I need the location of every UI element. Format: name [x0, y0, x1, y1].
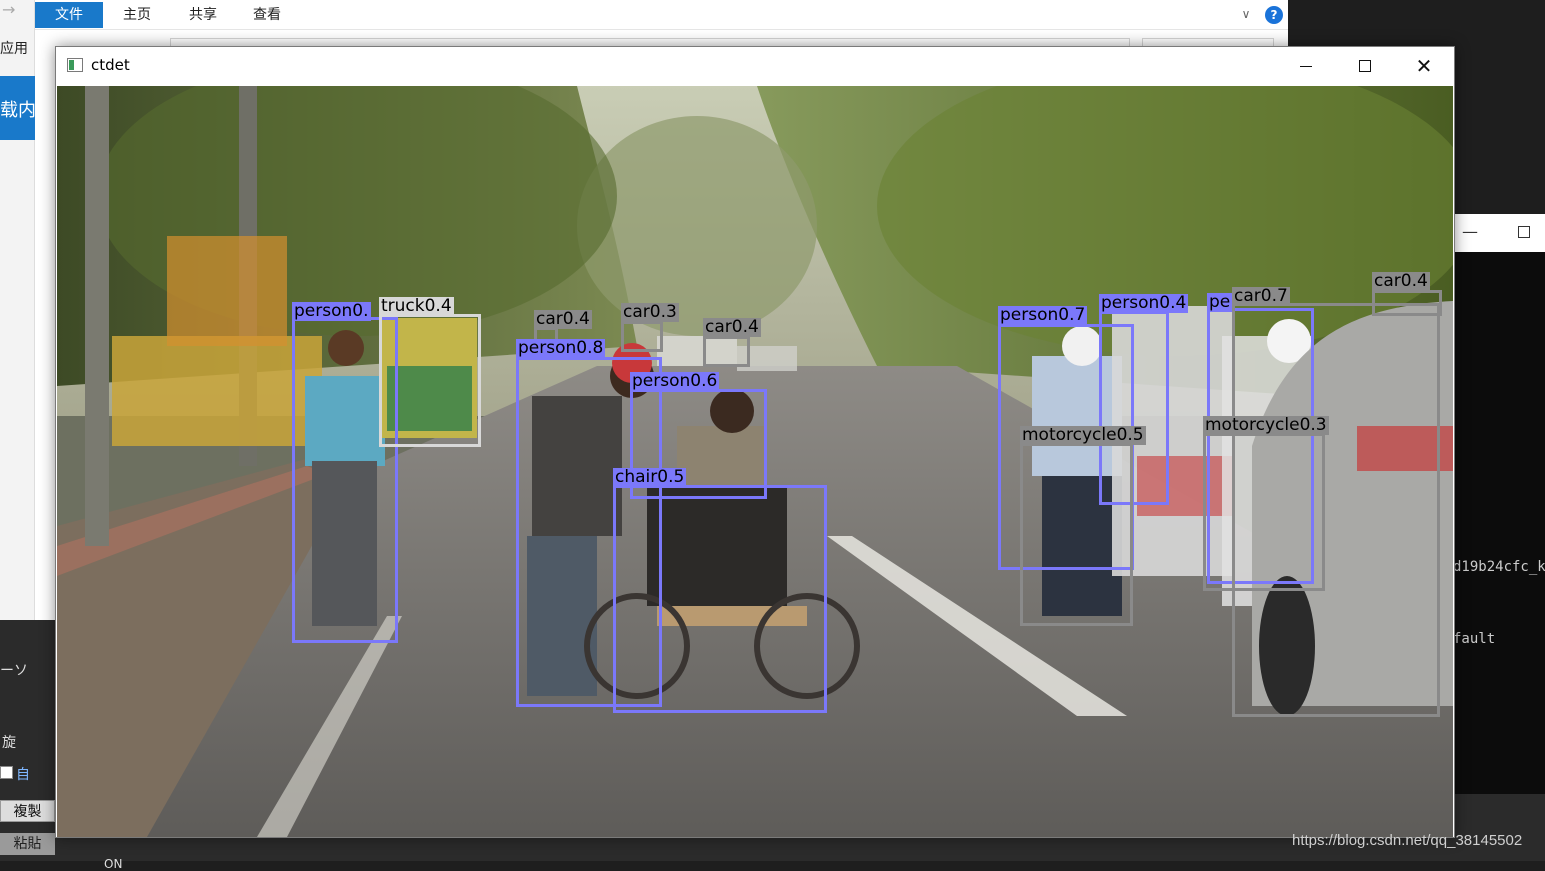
tab-share[interactable]: 共享 — [173, 2, 233, 28]
help-icon[interactable]: ? — [1265, 6, 1283, 24]
detection-box — [703, 336, 750, 367]
on-radio-label[interactable]: ON — [104, 857, 122, 871]
ribbon-tabs: 文件 主页 共享 查看 ∨ ? — [35, 0, 1288, 30]
auto-checkbox[interactable] — [0, 766, 13, 779]
paste-button[interactable]: 粘貼 — [0, 833, 55, 855]
maximize-icon — [1359, 60, 1371, 72]
copy-button[interactable]: 複製 — [0, 800, 55, 822]
app-icon — [67, 58, 83, 72]
detection-label: pe — [1207, 292, 1233, 312]
ctdet-window[interactable]: ctdet ✕ person0. truck0.4 car0.4 car0.3 … — [55, 46, 1455, 838]
rotate-label: 旋 — [2, 735, 16, 751]
console-output-line: fault — [1453, 631, 1496, 647]
detection-label: car0.3 — [621, 302, 679, 322]
detection-label: truck0.4 — [379, 296, 454, 316]
detection-label: person0.7 — [998, 305, 1088, 325]
nav-selected-item[interactable]: 载内 — [0, 76, 36, 140]
maximize-icon[interactable] — [1518, 226, 1530, 238]
close-button[interactable]: ✕ — [1395, 47, 1453, 85]
console-titlebar: — — [1440, 214, 1545, 252]
detection-label: person0.8 — [516, 338, 606, 358]
panel-label: ーソ — [0, 663, 28, 679]
detection-box — [379, 314, 481, 447]
auto-label: 自 — [16, 767, 30, 783]
detection-box — [621, 321, 663, 352]
console-window: — d19b24cfc_k fault — [1440, 214, 1545, 794]
detection-box — [613, 485, 827, 713]
detection-label: motorcycle0.5 — [1020, 425, 1146, 445]
maximize-button[interactable] — [1336, 47, 1394, 85]
detection-label: motorcycle0.3 — [1203, 415, 1329, 435]
detection-label: car0.4 — [1372, 271, 1430, 291]
detection-label: chair0.5 — [613, 467, 687, 487]
detection-box — [1203, 433, 1325, 591]
detection-box — [1372, 290, 1442, 316]
console-output-line: d19b24cfc_k — [1453, 559, 1545, 575]
detection-label: car0.7 — [1232, 286, 1290, 306]
detection-label: car0.4 — [703, 317, 761, 337]
detection-box — [1020, 443, 1133, 626]
tab-view[interactable]: 查看 — [237, 2, 297, 28]
search-box[interactable] — [1142, 38, 1274, 46]
minimize-icon[interactable]: — — [1462, 222, 1478, 241]
back-arrow-icon[interactable]: → — [2, 0, 15, 19]
minimize-icon — [1300, 66, 1312, 67]
detection-label: car0.4 — [534, 309, 592, 329]
detection-image-canvas: person0. truck0.4 car0.4 car0.3 car0.4 p… — [57, 86, 1453, 837]
explorer-nav-strip: → 应用 载内 — [0, 0, 36, 640]
tab-home[interactable]: 主页 — [107, 2, 167, 28]
detection-label: person0. — [292, 301, 371, 321]
nav-selected-label: 载内 — [0, 100, 36, 121]
detection-label: person0.4 — [1099, 293, 1189, 313]
tab-file[interactable]: 文件 — [35, 2, 103, 28]
nav-label: 应用 — [0, 41, 28, 57]
chevron-down-icon[interactable]: ∨ — [1238, 6, 1254, 22]
minimize-button[interactable] — [1277, 47, 1335, 85]
window-titlebar[interactable]: ctdet ✕ — [56, 47, 1454, 85]
detection-label: person0.6 — [630, 371, 720, 391]
address-bar[interactable] — [170, 38, 1130, 46]
watermark-url: https://blog.csdn.net/qq_38145502 — [1292, 832, 1523, 849]
window-title: ctdet — [91, 56, 130, 74]
